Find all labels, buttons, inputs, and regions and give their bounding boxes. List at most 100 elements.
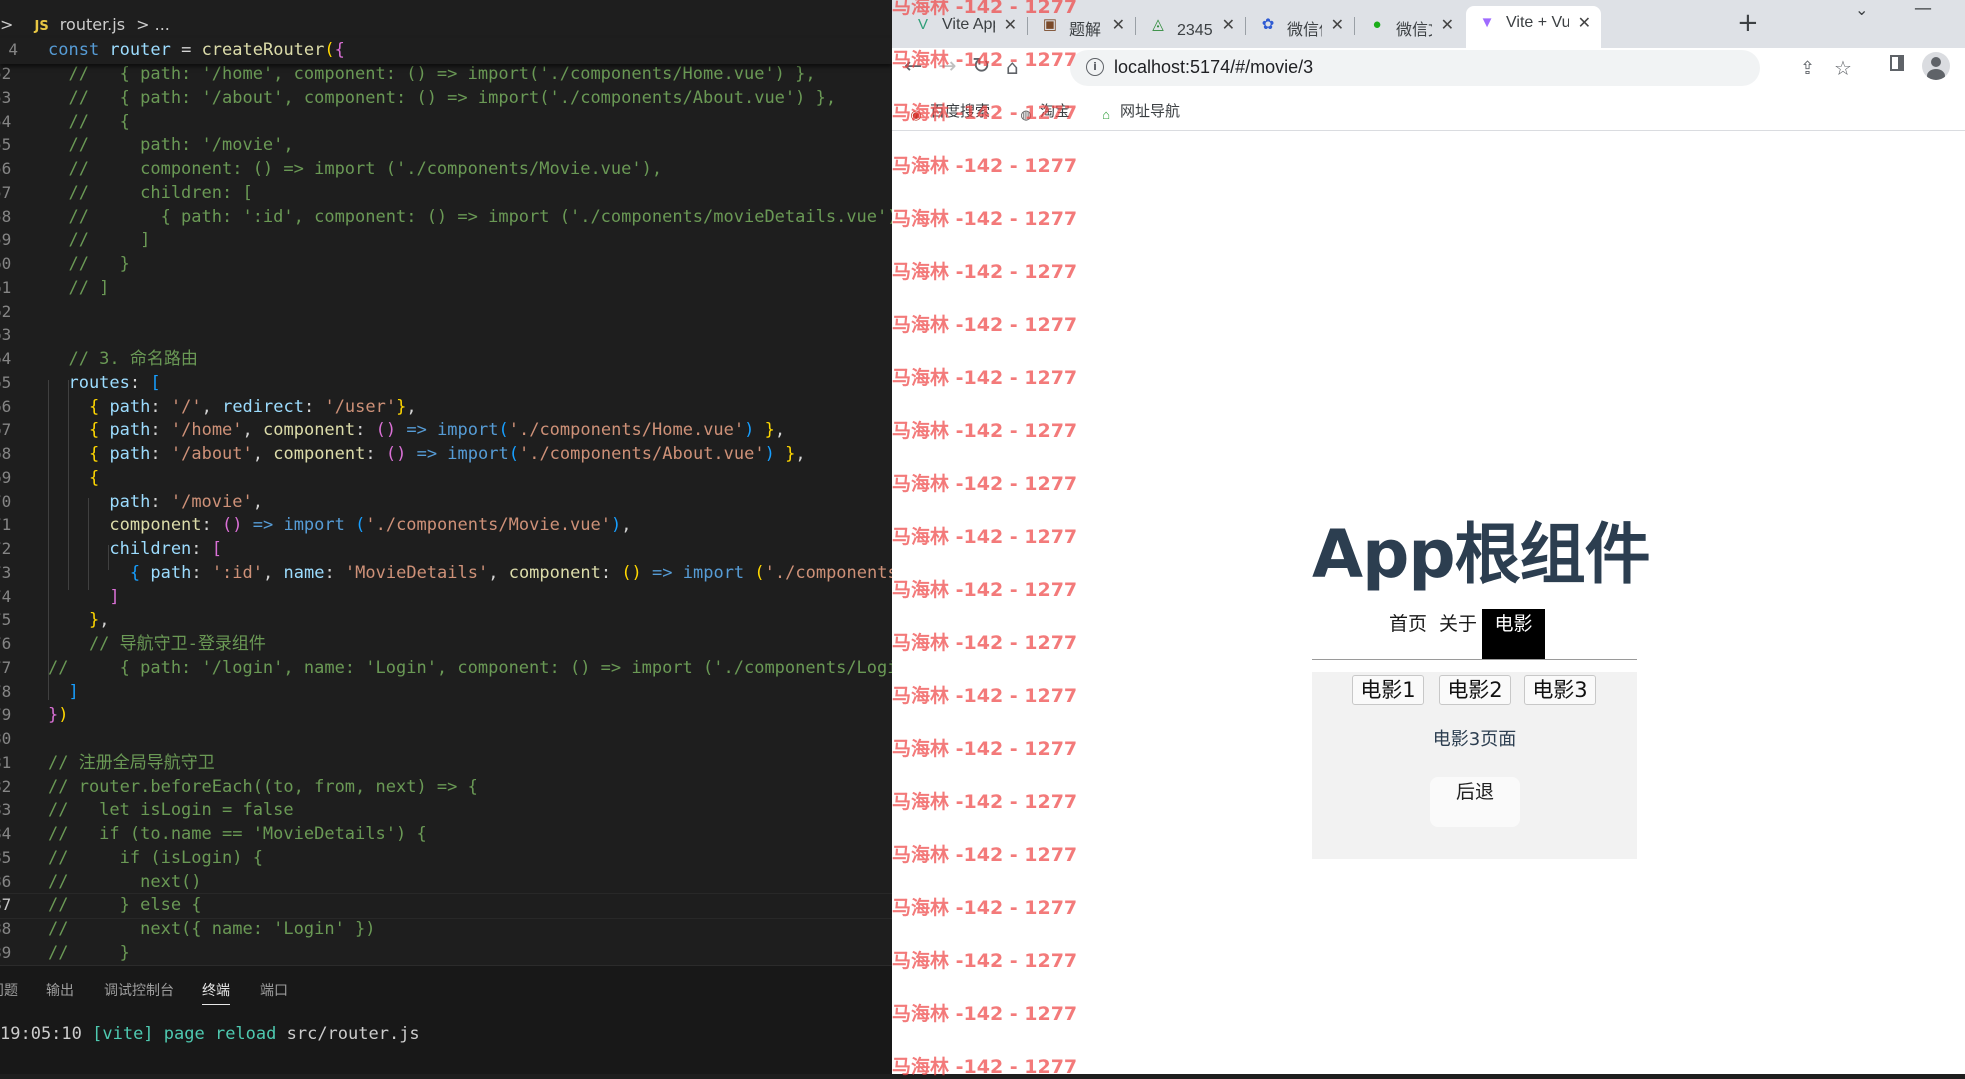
code-line[interactable]: 56 // component: () => import ('./compon… — [0, 157, 892, 181]
back-arrow-icon[interactable]: ← — [904, 54, 922, 79]
code-line[interactable]: 65 routes: [ — [0, 371, 892, 395]
forward-arrow-icon[interactable]: → — [938, 54, 956, 79]
browser-tab[interactable]: ▣ 题解 ✕ — [1029, 8, 1136, 42]
code-token: => — [242, 515, 284, 536]
code-text: { path: '/', redirect: '/user'}, — [48, 395, 417, 419]
line-number: 70 — [0, 491, 12, 511]
close-tab-icon[interactable]: ✕ — [1441, 15, 1454, 35]
nav-link[interactable]: 电影 — [1482, 609, 1545, 659]
browser-tab[interactable]: ◬ 2345网址导航 ✕ — [1137, 8, 1246, 42]
code-line[interactable]: 60 // } — [0, 252, 892, 276]
nav-link[interactable]: 首页 — [1385, 609, 1431, 659]
panel-tab[interactable]: 终端 — [202, 980, 230, 1005]
line-number: 85 — [0, 847, 12, 867]
code-line[interactable]: 64 // 3. 命名路由 — [0, 347, 892, 371]
browser-tab[interactable]: ✿ 微信传输助手 ✕ — [1247, 8, 1355, 42]
code-line[interactable]: 70 path: '/movie', — [0, 490, 892, 514]
bookmark-star-icon[interactable]: ☆ — [1834, 56, 1852, 80]
breadcrumb-file[interactable]: router.js — [60, 15, 125, 34]
code-line[interactable]: 86 // next() — [0, 870, 892, 894]
new-tab-button[interactable]: + — [1737, 8, 1759, 38]
code-line[interactable]: 69 { — [0, 466, 892, 490]
code-token: // next() — [48, 871, 202, 892]
code-token: import — [682, 562, 755, 583]
url-text[interactable]: localhost:5174/#/movie/3 — [1114, 57, 1313, 78]
tab-separator — [1354, 17, 1355, 35]
code-line[interactable]: 84 // if (to.name == 'MovieDetails') { — [0, 822, 892, 846]
panel-tab[interactable]: 输出 — [46, 980, 74, 1000]
code-line[interactable]: 73 { path: ':id', name: 'MovieDetails', … — [0, 561, 892, 585]
share-icon[interactable]: ⇪ — [1800, 58, 1815, 79]
code-line[interactable]: 75 }, — [0, 608, 892, 632]
tab-separator — [1245, 17, 1246, 35]
close-tab-icon[interactable]: ✕ — [1004, 15, 1017, 35]
nav-link[interactable]: 关于 — [1438, 609, 1478, 659]
panel-tab[interactable]: 端口 — [260, 980, 288, 1000]
code-text: // if (isLogin) { — [48, 846, 263, 870]
code-token: , — [621, 515, 632, 536]
profile-avatar-icon[interactable] — [1922, 52, 1950, 80]
sticky-scroll-line[interactable]: 4 const router = createRouter({ — [0, 38, 892, 64]
code-line[interactable]: 72 children: [ — [0, 537, 892, 561]
code-line[interactable]: 89 // } — [0, 941, 892, 965]
code-token: { — [129, 562, 151, 583]
panel-tab[interactable]: 问题 — [0, 980, 18, 1000]
side-panel-icon[interactable] — [1890, 55, 1904, 71]
site-info-icon[interactable]: i — [1086, 58, 1104, 76]
tab-search-chevron-icon[interactable]: ⌄ — [1855, 0, 1868, 19]
code-line[interactable]: 81 // 注册全局导航守卫 — [0, 751, 892, 775]
code-token: : — [324, 562, 345, 583]
code-line[interactable]: 78 ] — [0, 680, 892, 704]
code-line[interactable]: 82 // router.beforeEach((to, from, next) … — [0, 775, 892, 799]
movie-link-button[interactable]: 电影1 — [1352, 675, 1424, 705]
panel-tab[interactable]: 调试控制台 — [104, 980, 174, 1000]
code-line[interactable]: 83 // let isLogin = false — [0, 798, 892, 822]
browser-tab[interactable]: ● 微信文件传输助手 ✕ — [1356, 8, 1464, 42]
minimize-icon[interactable]: — — [1914, 0, 1932, 19]
close-tab-icon[interactable]: ✕ — [1331, 15, 1344, 35]
browser-tab[interactable]: V Vite App ✕ — [902, 8, 1028, 42]
code-line[interactable]: 55 // path: '/movie', — [0, 133, 892, 157]
home-icon[interactable]: ⌂ — [1006, 55, 1019, 79]
code-line[interactable]: 79}) — [0, 703, 892, 727]
close-tab-icon[interactable]: ✕ — [1112, 15, 1125, 35]
back-button[interactable]: 后退 — [1430, 777, 1520, 827]
reload-icon[interactable]: ↻ — [972, 54, 990, 79]
code-line[interactable]: 59 // ] — [0, 228, 892, 252]
code-line[interactable]: 61 // ] — [0, 276, 892, 300]
line-number: 54 — [0, 111, 12, 131]
code-line[interactable]: 76 // 导航守卫-登录组件 — [0, 632, 892, 656]
code-line[interactable]: 57 // children: [ — [0, 181, 892, 205]
bookmark-item[interactable]: ⌂ 网址导航 — [1098, 100, 1180, 123]
code-line[interactable]: 54 // { — [0, 110, 892, 134]
code-text: // 注册全局导航守卫 — [48, 751, 215, 775]
code-editor[interactable]: > JS router.js > ... 4 const router = cre… — [0, 0, 892, 1074]
bookmark-item[interactable]: ◉ 百度搜索 — [908, 100, 990, 123]
code-line[interactable]: 85 // if (isLogin) { — [0, 846, 892, 870]
code-line[interactable]: 63 — [0, 323, 892, 347]
bookmark-label: 网址导航 — [1120, 103, 1181, 120]
address-bar[interactable]: i localhost:5174/#/movie/3 ⇪ ☆ — [1070, 50, 1852, 86]
code-line[interactable]: 58 // { path: ':id', component: () => im… — [0, 205, 892, 229]
code-line[interactable]: 67 { path: '/home', component: () => imp… — [0, 418, 892, 442]
code-line[interactable]: 53 // { path: '/about', component: () =>… — [0, 86, 892, 110]
code-line[interactable]: 77 // { path: '/login', name: 'Login', co… — [0, 656, 892, 680]
code-line[interactable]: 62 — [0, 300, 892, 324]
close-tab-icon[interactable]: ✕ — [1222, 15, 1235, 35]
code-line[interactable]: 71 component: () => import ('./component… — [0, 513, 892, 537]
bookmark-item[interactable]: ◍ 淘宝 — [1018, 100, 1070, 123]
code-line[interactable]: 74 ] — [0, 585, 892, 609]
browser-tab[interactable]: ▼ Vite + Vue ✕ — [1466, 6, 1601, 48]
movie-link-button[interactable]: 电影2 — [1439, 675, 1511, 705]
movie-link-button[interactable]: 电影3 — [1524, 675, 1596, 705]
code-line[interactable]: 88 // next({ name: 'Login' }) — [0, 917, 892, 941]
code-token: // ] — [48, 230, 151, 251]
close-tab-icon[interactable]: ✕ — [1578, 13, 1591, 33]
code-line[interactable]: 80 — [0, 727, 892, 751]
code-line[interactable]: 68 { path: '/about', component: () => im… — [0, 442, 892, 466]
breadcrumb-tail[interactable]: > ... — [136, 15, 170, 34]
code-line[interactable]: 4 const router = createRouter({ — [0, 38, 892, 62]
code-line[interactable]: 52 // { path: '/home', component: () => … — [0, 62, 892, 86]
code-line[interactable]: 66 { path: '/', redirect: '/user'}, — [0, 395, 892, 419]
